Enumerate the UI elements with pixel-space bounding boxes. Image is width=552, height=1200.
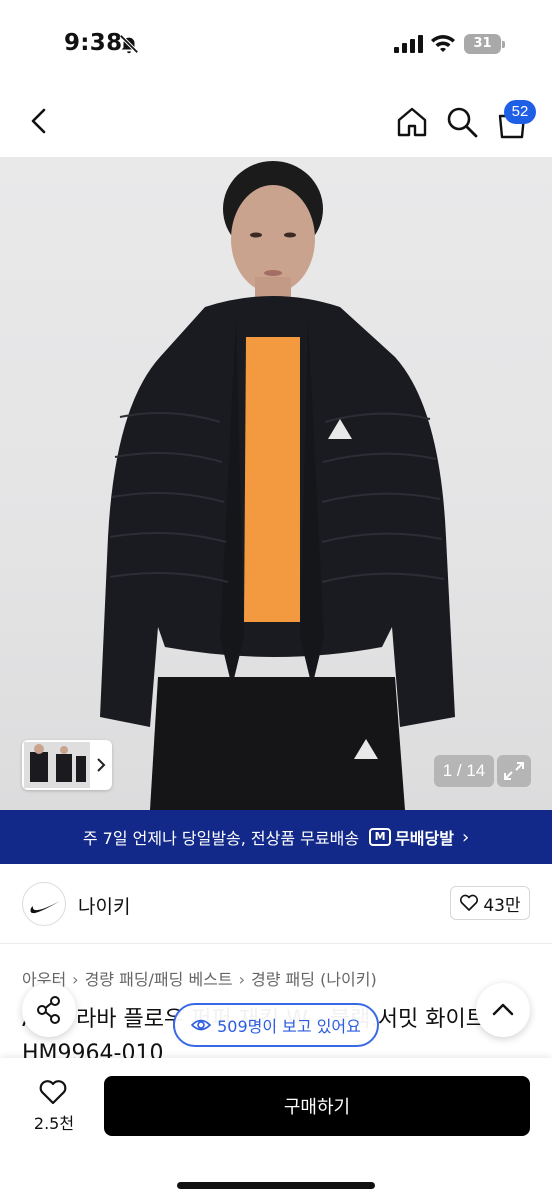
chevron-right-icon[interactable]: [94, 754, 108, 776]
wishlist-button[interactable]: 2.5천: [22, 1076, 86, 1136]
nike-swoosh-icon: [30, 901, 60, 914]
breadcrumb-separator: ›: [238, 970, 246, 989]
battery-tip: [502, 41, 505, 48]
shipping-text: 주 7일 언제나 당일발송, 전상품 무료배송: [82, 829, 360, 848]
cart-count-badge: 52: [504, 100, 536, 124]
share-icon: [37, 996, 60, 1024]
heart-icon: [39, 1080, 67, 1105]
brand-like-button[interactable]: 43만: [450, 886, 530, 920]
shipping-logo-text: 무배당발: [395, 829, 454, 848]
breadcrumb-item[interactable]: 경량 패딩 (나이키): [251, 970, 377, 989]
product-image-gallery[interactable]: 1 / 14: [0, 157, 552, 810]
share-button[interactable]: [22, 983, 76, 1037]
viewers-pill: 509명이 보고 있어요: [173, 1003, 379, 1047]
wishlist-count: 2.5천: [33, 1114, 75, 1133]
wifi-icon: [431, 35, 455, 52]
thumbnail-image[interactable]: [24, 742, 90, 788]
breadcrumb-item[interactable]: 경량 패딩/패딩 베스트: [85, 970, 233, 989]
chevron-up-icon: [492, 1003, 514, 1016]
home-icon[interactable]: [394, 104, 430, 140]
expand-icon[interactable]: [497, 755, 531, 787]
brand-name[interactable]: 나이키: [78, 892, 130, 919]
back-icon[interactable]: [24, 104, 56, 138]
viewers-text: 509명이 보고 있어요: [217, 1017, 361, 1036]
battery-indicator: 31: [464, 34, 506, 54]
status-bar: 9:38 31: [0, 0, 552, 90]
shipping-chevron-icon: ›: [461, 826, 470, 848]
product-photo: [100, 161, 455, 810]
scroll-top-button[interactable]: [476, 983, 530, 1037]
image-counter: 1 / 14: [434, 755, 494, 787]
shipping-banner[interactable]: 주 7일 언제나 당일발송, 전상품 무료배송 M 무배당발 ›: [0, 810, 552, 864]
shipping-logo: M 무배당발: [369, 825, 454, 849]
brand-logo[interactable]: [22, 882, 66, 926]
top-nav: [0, 90, 552, 156]
status-time: 9:38: [64, 30, 123, 56]
bell-off-icon: [119, 34, 139, 54]
brand-row: 나이키 43만: [0, 864, 552, 944]
battery-level: 31: [464, 34, 501, 54]
home-indicator: [177, 1182, 375, 1189]
search-icon[interactable]: [444, 104, 480, 140]
buy-button[interactable]: 구매하기: [104, 1076, 530, 1136]
brand-like-count: 43만: [483, 895, 521, 916]
shipping-logo-mark: M: [369, 828, 392, 846]
thumbnail-strip[interactable]: [22, 740, 112, 790]
heart-outline-icon: [460, 894, 479, 911]
bottom-action-bar: 2.5천 구매하기: [0, 1058, 552, 1200]
eye-icon: [191, 1019, 212, 1031]
signal-icon: [394, 35, 423, 53]
